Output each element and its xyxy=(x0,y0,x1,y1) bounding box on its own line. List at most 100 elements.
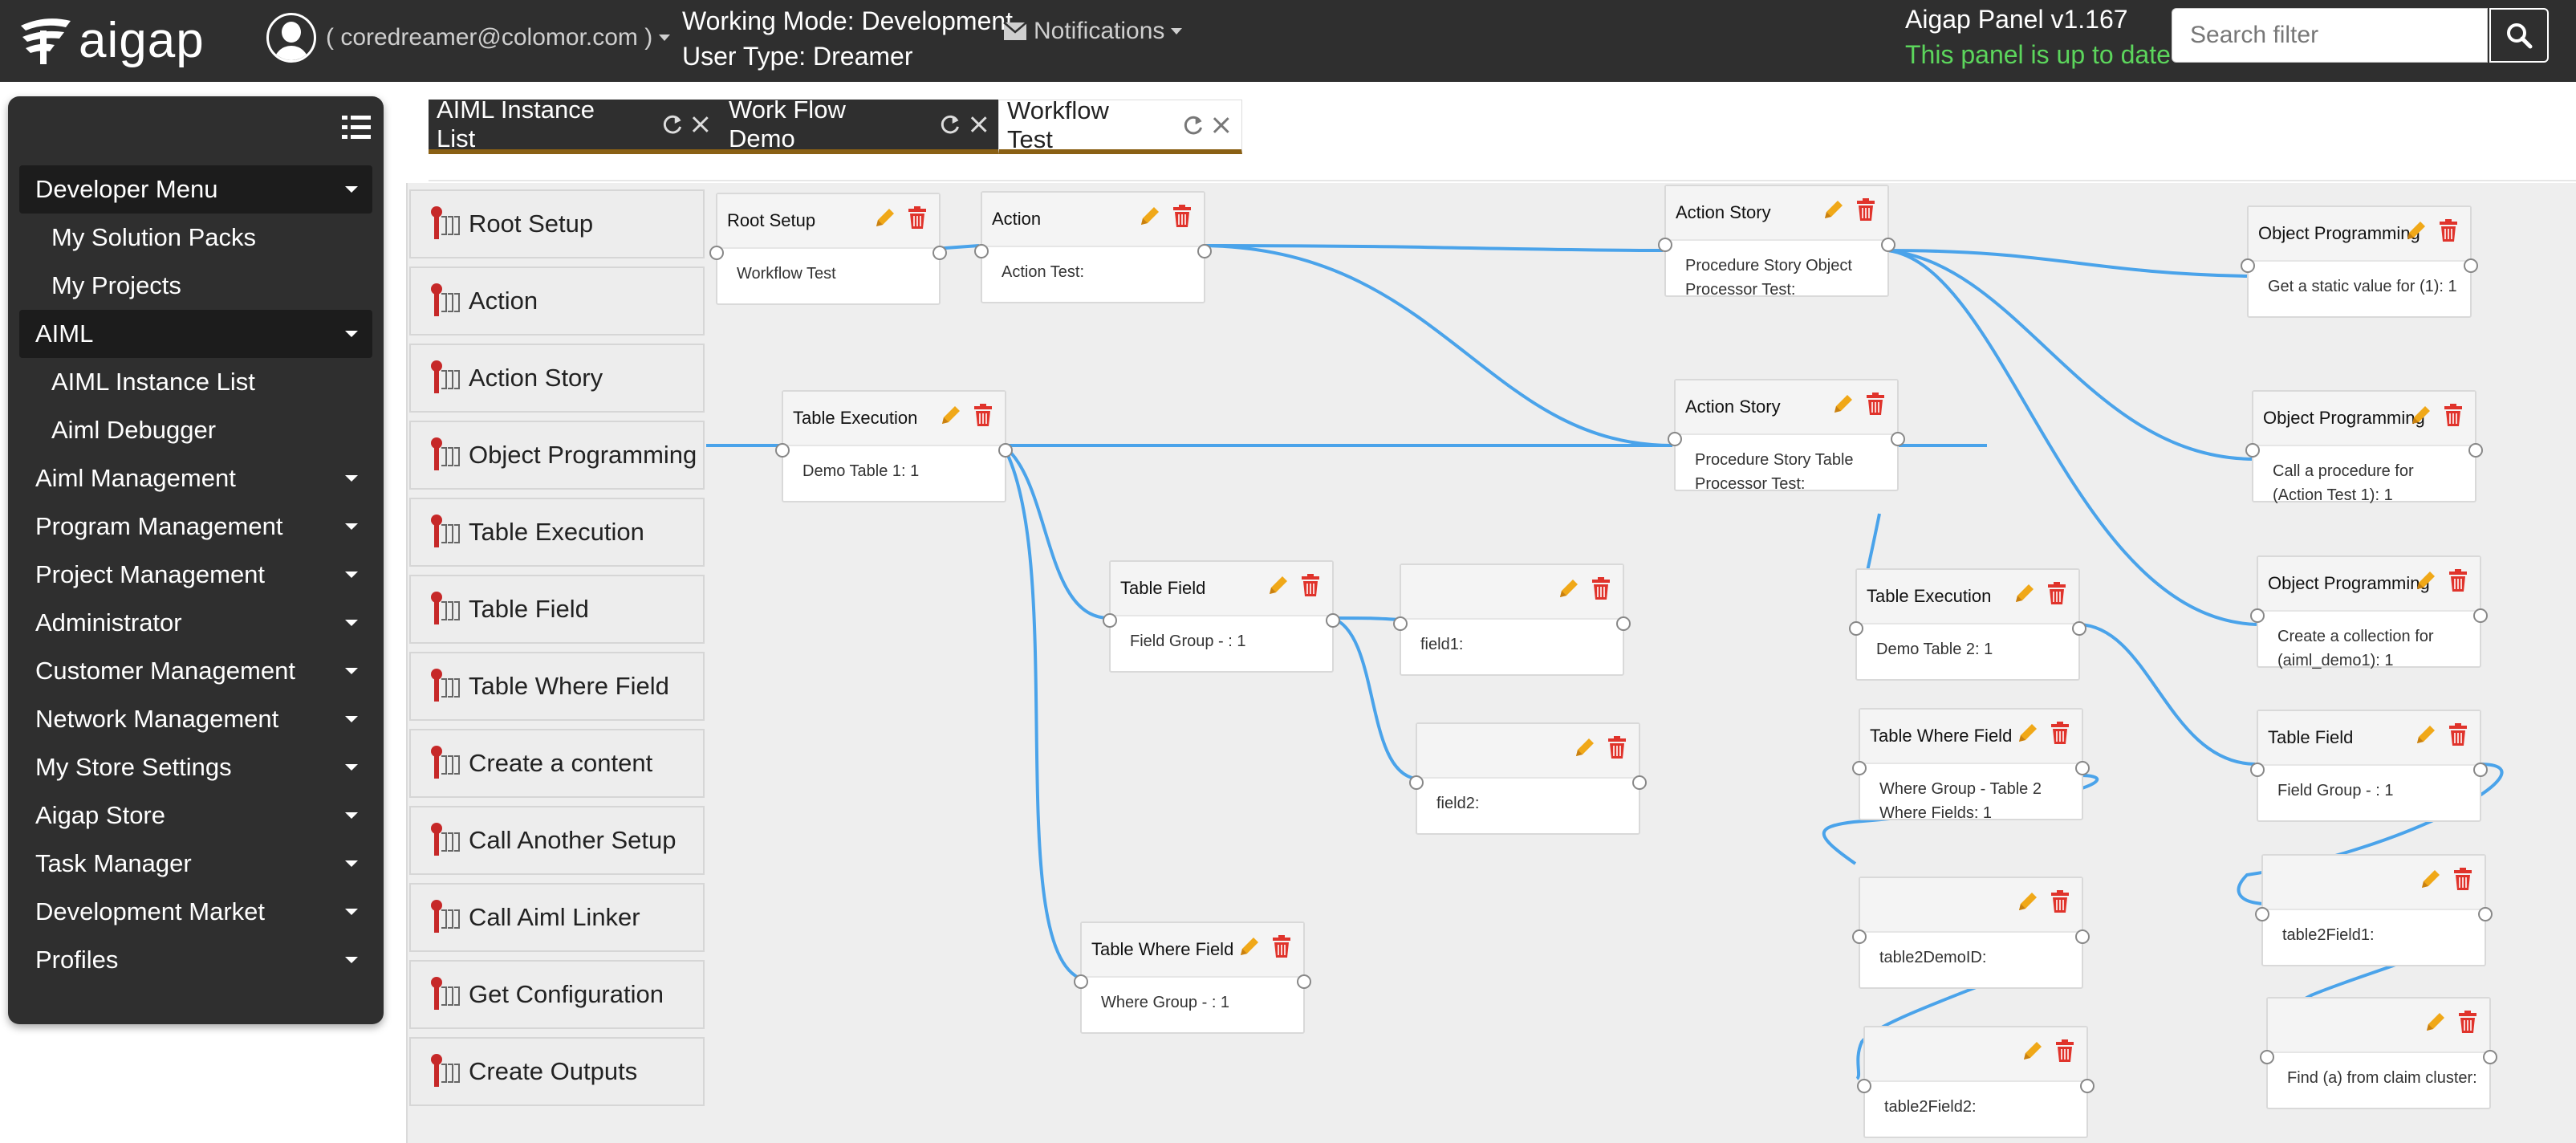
workflow-node[interactable]: Action Story Procedure Story Object Proce… xyxy=(1658,185,1895,299)
output-port[interactable] xyxy=(2483,1050,2497,1064)
output-port[interactable] xyxy=(1616,616,1631,631)
output-port[interactable] xyxy=(932,246,947,260)
aigap-logo[interactable]: aigap xyxy=(18,8,205,72)
palette-item[interactable]: Call Aiml Linker xyxy=(409,883,705,952)
sidebar-item[interactable]: Task Manager xyxy=(19,840,372,888)
sidebar-item[interactable]: AIML xyxy=(19,310,372,358)
tab[interactable]: AIML Instance List xyxy=(429,96,721,154)
palette-item[interactable]: Table Field xyxy=(409,575,705,644)
trash-icon[interactable] xyxy=(1855,197,1876,222)
workflow-node[interactable]: table2Field1: xyxy=(2255,854,2493,966)
output-port[interactable] xyxy=(2072,621,2086,636)
trash-icon[interactable] xyxy=(2448,722,2468,746)
input-port[interactable] xyxy=(709,246,724,260)
trash-icon[interactable] xyxy=(1300,573,1321,597)
input-port[interactable] xyxy=(2260,1050,2274,1064)
workflow-node[interactable]: table2DemoID: xyxy=(1852,877,2090,989)
sidebar-item[interactable]: AIML Instance List xyxy=(19,358,372,406)
workflow-node[interactable]: Find (a) from claim cluster: xyxy=(2260,997,2497,1109)
output-port[interactable] xyxy=(2075,761,2090,775)
input-port[interactable] xyxy=(1852,929,1867,944)
output-port[interactable] xyxy=(2080,1079,2095,1093)
input-port[interactable] xyxy=(1409,775,1424,790)
trash-icon[interactable] xyxy=(2046,581,2067,605)
pencil-icon[interactable] xyxy=(1266,573,1290,597)
workflow-node[interactable]: Root Setup Workflow Test xyxy=(709,193,947,305)
pencil-icon[interactable] xyxy=(2404,218,2428,242)
workflow-node[interactable]: field2: xyxy=(1409,722,1647,835)
sidebar-item[interactable]: My Projects xyxy=(19,262,372,310)
palette-item[interactable]: Object Programming xyxy=(409,421,705,490)
pencil-icon[interactable] xyxy=(2016,889,2040,913)
sidebar-item[interactable]: My Solution Packs xyxy=(19,214,372,262)
workflow-node[interactable]: field1: xyxy=(1393,563,1631,676)
tab[interactable]: Workflow Test xyxy=(998,96,1242,154)
pencil-icon[interactable] xyxy=(2424,1010,2448,1034)
pencil-icon[interactable] xyxy=(1822,197,1846,222)
input-port[interactable] xyxy=(2250,763,2265,777)
user-menu[interactable]: ( coredreamer@colomor.com ) xyxy=(266,10,671,66)
list-menu-icon[interactable] xyxy=(342,116,371,140)
palette-item[interactable]: Root Setup xyxy=(409,189,705,258)
pencil-icon[interactable] xyxy=(1138,204,1162,228)
workflow-node[interactable]: Table Execution Demo Table 1: 1 xyxy=(775,390,1013,502)
input-port[interactable] xyxy=(2255,907,2269,921)
output-port[interactable] xyxy=(1891,432,1905,446)
search-input[interactable] xyxy=(2172,8,2488,63)
workflow-node[interactable]: Table Where Field Where Group - Table 2 W… xyxy=(1852,708,2090,822)
sidebar-item[interactable]: Administrator xyxy=(19,599,372,647)
palette-item[interactable]: Table Execution xyxy=(409,498,705,567)
trash-icon[interactable] xyxy=(973,403,993,427)
input-port[interactable] xyxy=(1668,432,1682,446)
refresh-icon[interactable] xyxy=(938,112,961,136)
workflow-node[interactable]: Table Execution Demo Table 2: 1 xyxy=(1849,568,2086,681)
palette-item[interactable]: Call Another Setup xyxy=(409,806,705,875)
pencil-icon[interactable] xyxy=(1573,735,1597,759)
input-port[interactable] xyxy=(974,244,989,258)
output-port[interactable] xyxy=(2075,929,2090,944)
palette-item[interactable]: Create a content xyxy=(409,729,705,798)
close-icon[interactable] xyxy=(1209,113,1233,137)
palette-item[interactable]: Action xyxy=(409,266,705,336)
pencil-icon[interactable] xyxy=(2013,581,2037,605)
trash-icon[interactable] xyxy=(1591,576,1611,600)
pencil-icon[interactable] xyxy=(873,205,897,230)
sidebar-item[interactable]: Profiles xyxy=(19,936,372,984)
palette-item[interactable]: Table Where Field xyxy=(409,652,705,721)
sidebar-item[interactable]: Network Management xyxy=(19,695,372,743)
pencil-icon[interactable] xyxy=(2419,867,2443,891)
sidebar-item[interactable]: Program Management xyxy=(19,502,372,551)
trash-icon[interactable] xyxy=(2054,1039,2075,1063)
sidebar-item[interactable]: My Store Settings xyxy=(19,743,372,791)
output-port[interactable] xyxy=(1197,244,1212,258)
output-port[interactable] xyxy=(998,443,1013,458)
workflow-node[interactable]: Table Field Field Group - : 1 xyxy=(2250,710,2488,822)
notifications-menu[interactable]: Notifications xyxy=(1003,18,1183,45)
input-port[interactable] xyxy=(2250,608,2265,623)
trash-icon[interactable] xyxy=(2448,568,2468,592)
pencil-icon[interactable] xyxy=(2409,403,2433,427)
output-port[interactable] xyxy=(2473,763,2488,777)
pencil-icon[interactable] xyxy=(1557,576,1581,600)
output-port[interactable] xyxy=(2478,907,2493,921)
input-port[interactable] xyxy=(1849,621,1863,636)
workflow-node[interactable]: Object Programming Call a procedure for (… xyxy=(2245,390,2483,504)
sidebar-item[interactable]: Developer Menu xyxy=(19,165,372,214)
palette-item[interactable]: Create Outputs xyxy=(409,1037,705,1106)
pencil-icon[interactable] xyxy=(939,403,963,427)
trash-icon[interactable] xyxy=(1865,392,1886,416)
pencil-icon[interactable] xyxy=(1237,934,1262,958)
pencil-icon[interactable] xyxy=(2016,721,2040,745)
output-port[interactable] xyxy=(2473,608,2488,623)
pencil-icon[interactable] xyxy=(2021,1039,2045,1063)
input-port[interactable] xyxy=(1857,1079,1871,1093)
sidebar-item[interactable]: Aiml Management xyxy=(19,454,372,502)
workflow-node[interactable]: table2Field2: xyxy=(1857,1026,2095,1138)
input-port[interactable] xyxy=(1393,616,1408,631)
palette-item[interactable]: Action Story xyxy=(409,344,705,413)
output-port[interactable] xyxy=(1297,974,1311,989)
output-port[interactable] xyxy=(1632,775,1647,790)
pencil-icon[interactable] xyxy=(2414,568,2438,592)
sidebar-item[interactable]: Aiml Debugger xyxy=(19,406,372,454)
refresh-icon[interactable] xyxy=(660,112,685,136)
